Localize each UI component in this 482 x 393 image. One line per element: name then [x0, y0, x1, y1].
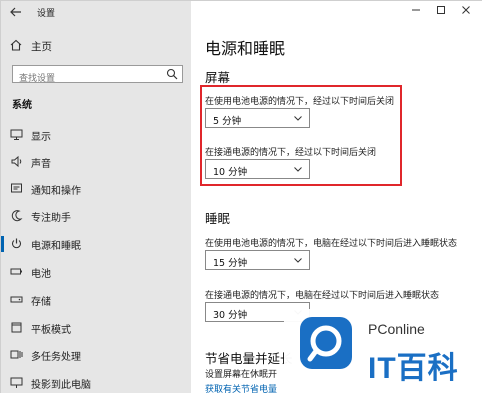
highlight-box	[200, 85, 402, 186]
sidebar-item-tablet-mode[interactable]: 平板模式	[1, 317, 191, 339]
sidebar-item-label: 平板模式	[31, 325, 71, 336]
minimize-button[interactable]	[407, 4, 425, 20]
sidebar-item-display[interactable]: 显示	[1, 124, 191, 146]
maximize-icon	[437, 6, 445, 14]
sidebar-item-label: 专注助手	[31, 213, 71, 224]
sidebar-item-storage[interactable]: 存储	[1, 289, 191, 311]
sidebar-item-project[interactable]: 投影到此电脑	[1, 372, 191, 393]
sleep-heading: 睡眠	[205, 211, 231, 226]
save-power-heading: 节省电量并延长	[205, 351, 293, 366]
page-title: 电源和睡眠	[205, 39, 286, 58]
back-button[interactable]	[7, 5, 25, 21]
speaker-icon	[11, 155, 22, 168]
sleep-battery-desc: 在使用电池电源的情况下，电脑在经过以下时间后进入睡眠状态	[205, 239, 458, 249]
sidebar-item-label: 投影到此电脑	[31, 380, 91, 391]
watermark-line2: IT百科	[368, 352, 459, 385]
moon-icon	[11, 210, 23, 222]
sidebar-item-label: 声音	[31, 159, 51, 170]
monitor-icon	[10, 129, 23, 140]
window-title: 设置	[37, 9, 56, 19]
dropdown-value: 30 分钟	[213, 310, 248, 321]
sidebar-item-label: 存储	[31, 297, 51, 308]
battery-icon	[10, 268, 22, 275]
sidebar-item-sound[interactable]: 声音	[1, 151, 191, 173]
dropdown-value: 15 分钟	[213, 258, 248, 269]
tablet-icon	[11, 322, 22, 333]
save-power-link[interactable]: 获取有关节省电量	[205, 382, 277, 393]
screen-heading: 屏幕	[205, 70, 231, 85]
minimize-icon	[412, 9, 420, 11]
save-power-desc: 设置屏幕在休眠开	[205, 370, 278, 380]
search-icon[interactable]	[166, 68, 178, 80]
multitask-icon	[10, 350, 23, 359]
pconline-logo	[300, 317, 352, 369]
watermark: PConline IT百科	[284, 309, 482, 393]
sleep-plugged-desc: 在接通电源的情况下，电脑在经过以下时间后进入睡眠状态	[205, 291, 440, 301]
search-box[interactable]	[12, 65, 183, 87]
maximize-button[interactable]	[432, 4, 450, 20]
titlebar: 设置	[1, 1, 191, 25]
power-icon	[11, 238, 22, 249]
home-label: 主页	[31, 41, 52, 53]
close-icon	[462, 6, 470, 14]
sidebar-item-label: 显示	[31, 132, 51, 143]
sleep-battery-dropdown[interactable]: 15 分钟	[205, 250, 310, 270]
chevron-down-icon	[294, 258, 302, 263]
sidebar-item-multitasking[interactable]: 多任务处理	[1, 344, 191, 366]
section-label-system: 系统	[12, 100, 32, 111]
settings-window: 设置 主页 系统 显示 声音 通知和操作 专注助手	[0, 0, 482, 393]
sidebar-item-label: 电池	[31, 269, 51, 280]
active-indicator	[1, 236, 4, 252]
sidebar-item-power-sleep[interactable]: 电源和睡眠	[1, 233, 191, 255]
storage-icon	[10, 296, 23, 303]
sidebar: 设置 主页 系统 显示 声音 通知和操作 专注助手	[1, 1, 191, 393]
sidebar-item-focus-assist[interactable]: 专注助手	[1, 205, 191, 227]
close-button[interactable]	[457, 4, 475, 20]
sidebar-item-home[interactable]: 主页	[1, 35, 191, 57]
back-arrow-icon	[10, 7, 21, 17]
project-icon	[10, 377, 23, 388]
sidebar-item-label: 多任务处理	[31, 352, 81, 363]
sidebar-item-battery[interactable]: 电池	[1, 261, 191, 283]
notification-icon	[11, 183, 22, 193]
sidebar-item-label: 电源和睡眠	[31, 241, 81, 252]
home-icon	[10, 39, 22, 51]
sidebar-item-label: 通知和操作	[31, 186, 81, 197]
sidebar-item-notifications[interactable]: 通知和操作	[1, 178, 191, 200]
search-input[interactable]	[13, 71, 153, 87]
watermark-line1: PConline	[368, 321, 425, 337]
